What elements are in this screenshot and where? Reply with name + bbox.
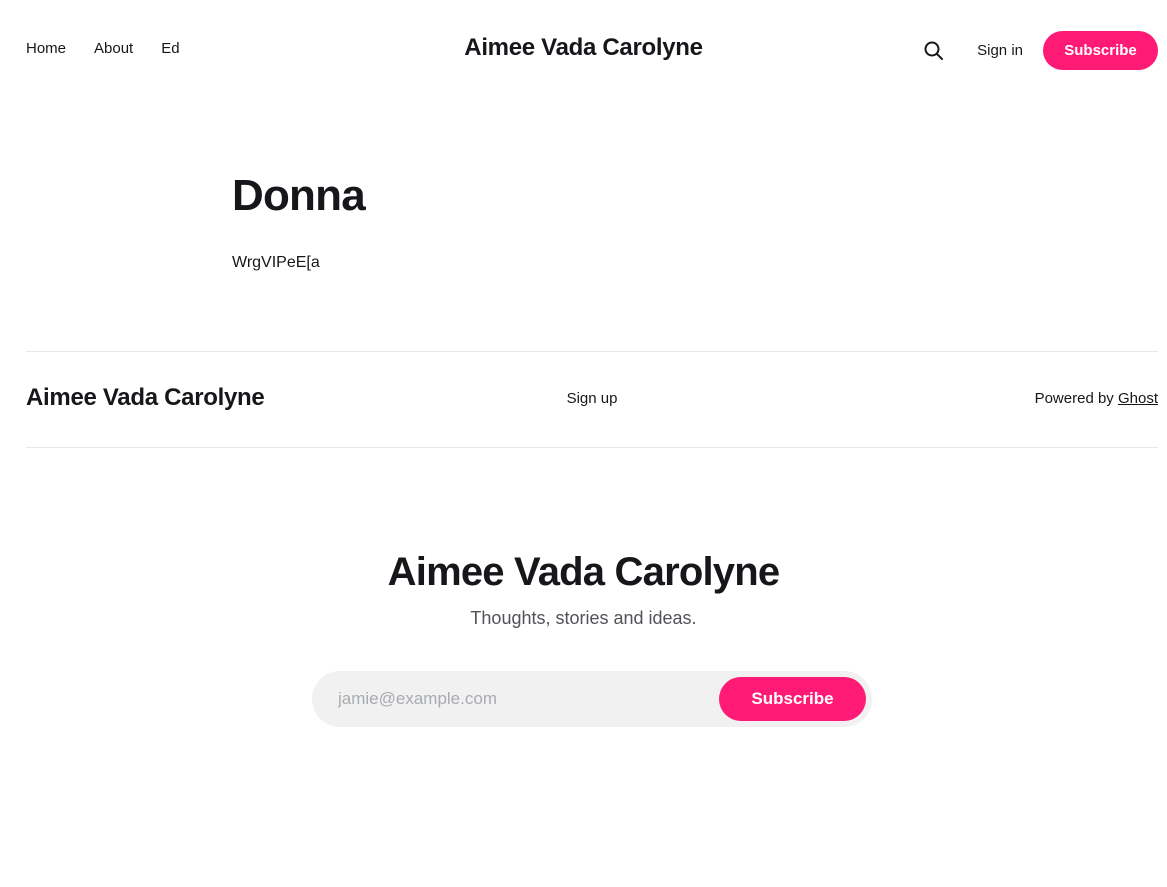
signup-link[interactable]: Sign up: [567, 390, 618, 407]
footer-nav: Sign up: [26, 390, 1158, 407]
cta-title: Aimee Vada Carolyne: [387, 550, 780, 594]
search-icon[interactable]: [923, 40, 945, 62]
ghost-link[interactable]: Ghost: [1118, 390, 1158, 407]
subscribe-cta: Aimee Vada Carolyne Thoughts, stories an…: [0, 548, 1167, 629]
header-actions: Sign in Subscribe: [923, 31, 1158, 70]
powered-by: Powered by Ghost: [1035, 390, 1158, 407]
site-footer: Aimee Vada Carolyne Sign up Powered by G…: [26, 351, 1158, 448]
post-content: Donna WrgVIPeE[a: [232, 168, 366, 272]
page-title: Donna: [232, 171, 366, 220]
cta-subscribe-button[interactable]: Subscribe: [719, 677, 866, 721]
site-header: Home About Ed Aimee Vada Carolyne Sign i…: [0, 0, 1167, 100]
cta-description: Thoughts, stories and ideas.: [470, 608, 697, 628]
subscribe-button[interactable]: Subscribe: [1043, 31, 1158, 70]
signin-link[interactable]: Sign in: [977, 42, 1023, 59]
subscribe-form: Subscribe: [312, 671, 872, 727]
post-excerpt: WrgVIPeE[a: [232, 254, 320, 271]
email-field[interactable]: [338, 671, 708, 727]
powered-by-label: Powered by: [1034, 390, 1118, 407]
